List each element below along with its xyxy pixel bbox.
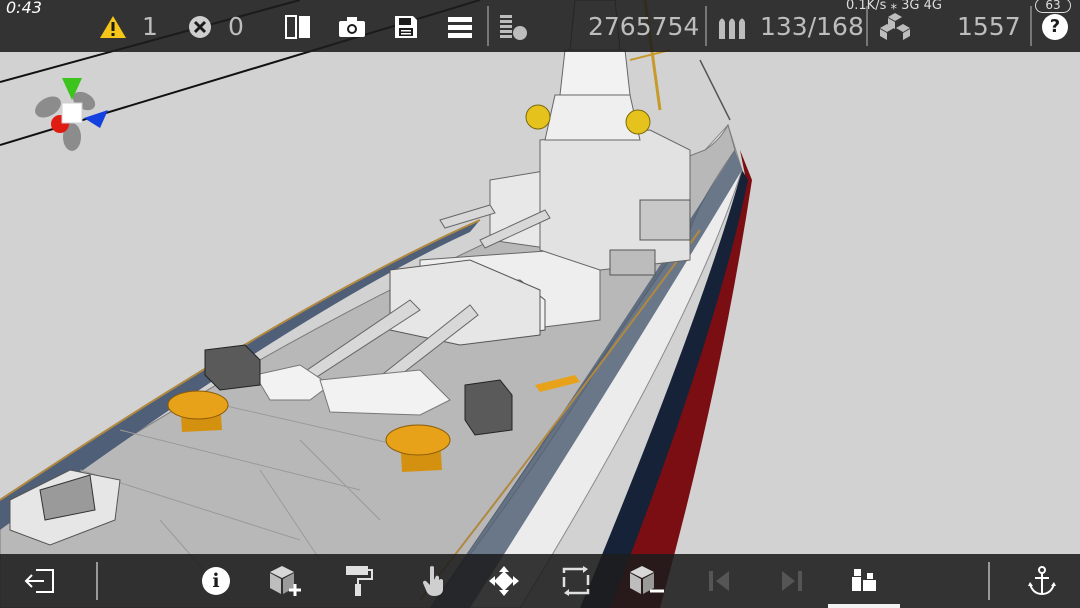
triangle-count: 2765754	[588, 12, 700, 41]
ammo-icon	[719, 18, 745, 39]
next-icon[interactable]	[778, 568, 804, 594]
paint-roller-icon[interactable]	[344, 564, 374, 598]
split-view-icon[interactable]	[284, 14, 312, 40]
errors-count: 0	[228, 12, 244, 41]
polygon-stats-icon	[500, 15, 527, 40]
warning-icon[interactable]	[99, 15, 127, 39]
active-tool-indicator	[828, 604, 900, 608]
save-icon[interactable]	[393, 14, 419, 40]
add-block-icon[interactable]	[268, 564, 304, 598]
toolbar-divider	[866, 6, 868, 46]
help-button[interactable]: ?	[1042, 14, 1068, 40]
3d-viewport[interactable]	[0, 0, 1080, 608]
warnings-count: 1	[142, 12, 158, 41]
toolbar-divider	[96, 562, 98, 600]
info-button[interactable]: i	[202, 567, 230, 595]
remove-block-icon[interactable]	[628, 564, 666, 598]
exit-icon[interactable]	[24, 567, 56, 595]
bottom-toolbar: i	[0, 554, 1080, 608]
parts-count: 133/168	[760, 12, 864, 41]
select-parts-icon[interactable]	[850, 567, 878, 593]
hand-pointer-icon[interactable]	[420, 564, 448, 598]
rotate-icon[interactable]	[561, 565, 591, 597]
error-icon[interactable]	[188, 15, 212, 39]
top-toolbar: 0:43 0.1K/s ⁎ 3G 4G 63 1 0 2765754 133/1…	[0, 0, 1080, 52]
previous-icon[interactable]	[707, 568, 733, 594]
anchor-icon[interactable]	[1027, 565, 1057, 597]
camera-icon[interactable]	[337, 15, 367, 39]
gizmo-center[interactable]	[61, 102, 83, 124]
move-icon[interactable]	[488, 565, 520, 597]
status-battery: 63	[1035, 0, 1071, 13]
menu-icon[interactable]	[447, 15, 473, 39]
toolbar-divider	[705, 6, 707, 46]
toolbar-divider	[988, 562, 990, 600]
toolbar-divider	[1030, 6, 1032, 46]
cubes-icon	[880, 13, 910, 40]
toolbar-divider	[487, 6, 489, 46]
cubes-count: 1557	[957, 12, 1021, 41]
status-time: 0:43	[6, 0, 42, 17]
